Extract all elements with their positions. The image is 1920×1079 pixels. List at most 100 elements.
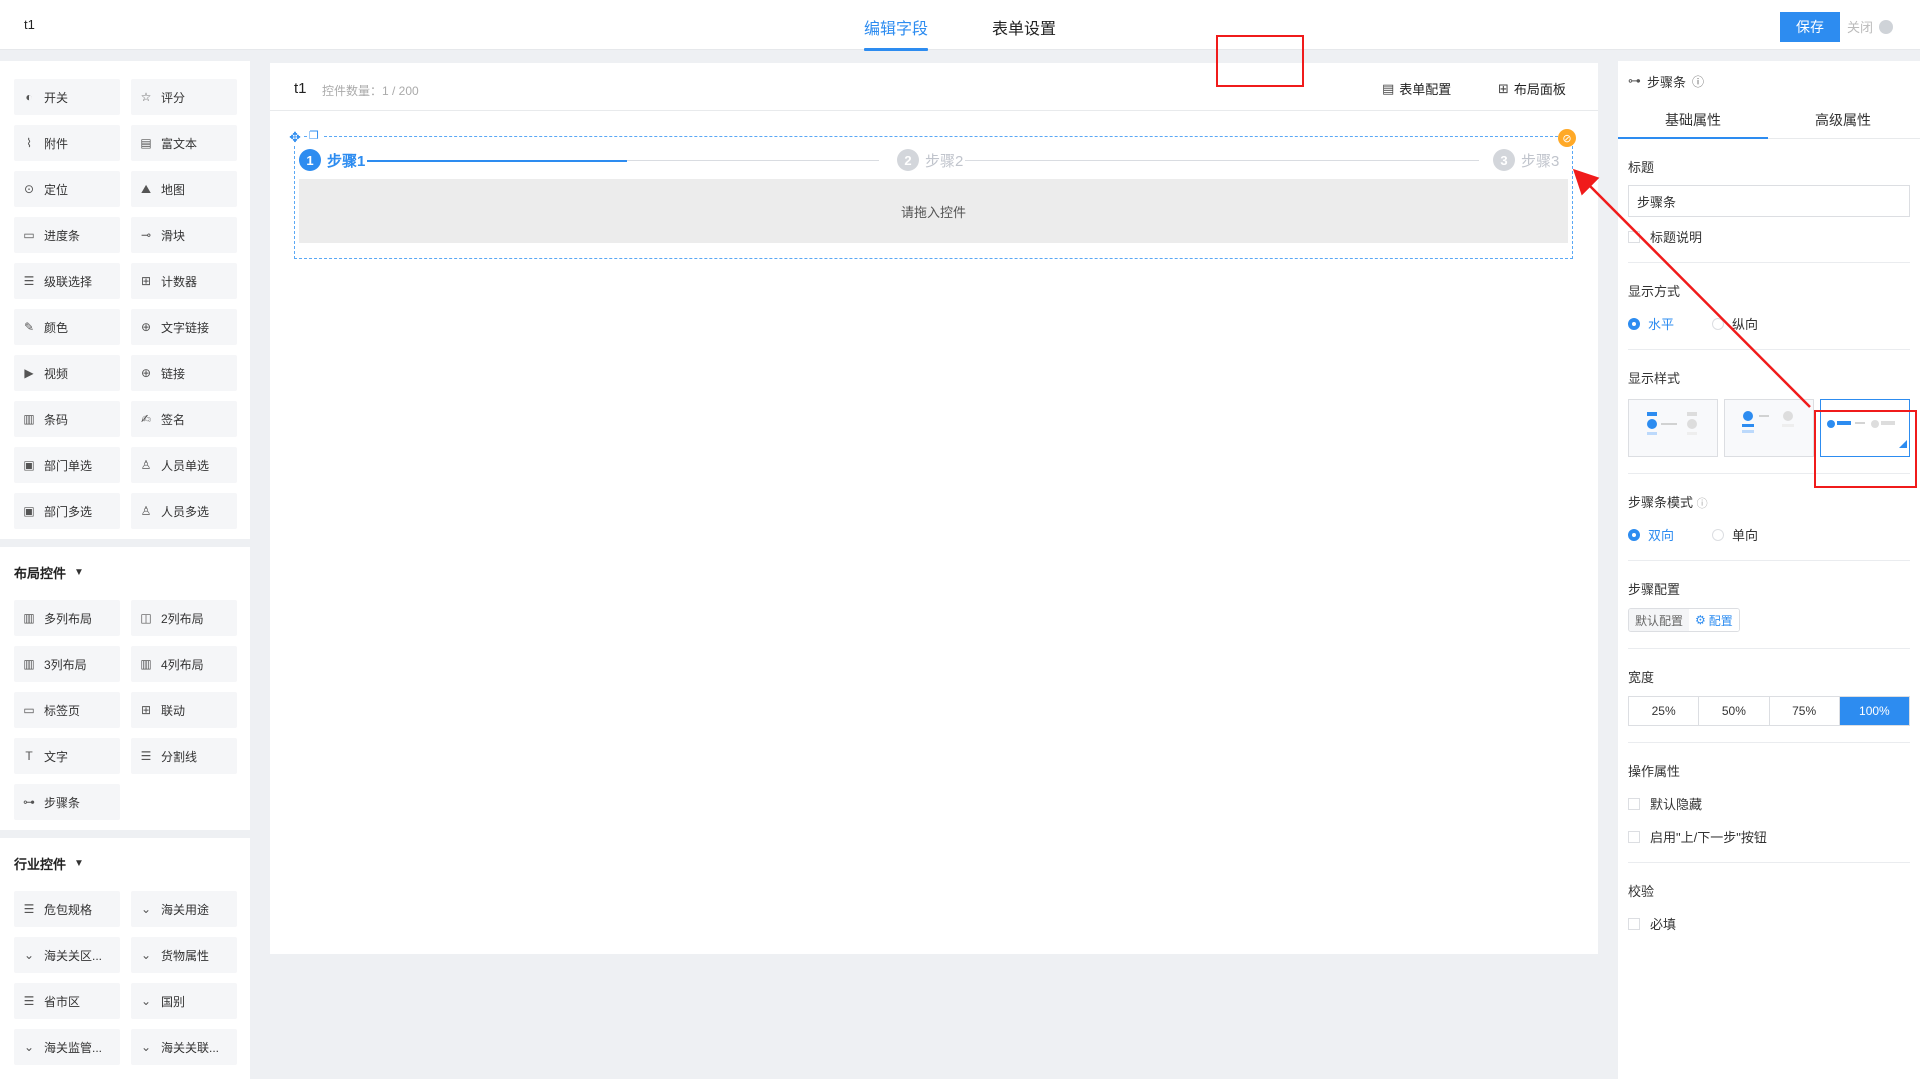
- department-icon: ▣: [23, 458, 35, 472]
- tab-advanced-props[interactable]: 高级属性: [1768, 101, 1918, 138]
- component-star[interactable]: ☆ 评分: [131, 79, 237, 115]
- title-desc-checkbox[interactable]: 标题说明: [1628, 227, 1910, 246]
- form-name: t1: [294, 80, 307, 97]
- component-video[interactable]: ▶ 视频: [14, 355, 120, 391]
- radio-bidirectional[interactable]: 双向: [1628, 525, 1712, 544]
- component-chevron-down[interactable]: ⌄ 货物属性: [131, 937, 237, 973]
- component-toggle[interactable]: ◐ 开关: [14, 79, 120, 115]
- component-label: 颜色: [44, 320, 69, 335]
- component-color-picker[interactable]: ✎ 颜色: [14, 309, 120, 345]
- linkage-icon: ⊞: [140, 703, 152, 717]
- component-package-spec[interactable]: ☰ 危包规格: [14, 891, 120, 927]
- component-map[interactable]: ⛰ 地图: [131, 171, 237, 207]
- component-slider[interactable]: ⊸ 滑块: [131, 217, 237, 253]
- form-config-label: 表单配置: [1399, 82, 1452, 97]
- component-departments[interactable]: ▣ 部门多选: [14, 493, 120, 529]
- enable-nav-checkbox[interactable]: 启用"上/下一步"按钮: [1628, 827, 1910, 846]
- component-label: 3列布局: [44, 657, 87, 672]
- info-icon[interactable]: ⓘ: [1697, 498, 1708, 510]
- width-25[interactable]: 25%: [1629, 697, 1700, 725]
- default-config-button[interactable]: 默认配置: [1629, 609, 1690, 631]
- component-chevron-down[interactable]: ⌄ 海关关联...: [131, 1029, 237, 1065]
- component-two-column[interactable]: ◫ 2列布局: [131, 600, 237, 636]
- width-75[interactable]: 75%: [1770, 697, 1840, 725]
- component-label: 步骤条: [44, 795, 81, 810]
- style-option-stacked[interactable]: [1724, 399, 1814, 457]
- component-richtext[interactable]: ▤ 富文本: [131, 125, 237, 161]
- chevron-down-icon: ⌄: [140, 1040, 152, 1054]
- width-50[interactable]: 50%: [1699, 697, 1770, 725]
- component-globe[interactable]: ⊕ 文字链接: [131, 309, 237, 345]
- width-100[interactable]: 100%: [1839, 697, 1909, 725]
- layout-group-header[interactable]: 布局控件 ▼: [0, 547, 250, 588]
- component-signature[interactable]: ✍ 签名: [131, 401, 237, 437]
- tab-form-settings[interactable]: 表单设置: [992, 15, 1056, 39]
- component-label: 进度条: [44, 228, 81, 243]
- component-label: 计数器: [161, 274, 198, 289]
- component-divider[interactable]: ☰ 分割线: [131, 738, 237, 774]
- copy-icon[interactable]: ❐: [309, 129, 323, 143]
- tab-edit-fields[interactable]: 编辑字段: [864, 15, 929, 51]
- component-barcode[interactable]: ▥ 条码: [14, 401, 120, 437]
- component-user[interactable]: ♙ 人员单选: [131, 447, 237, 483]
- layout-group-title: 布局控件: [14, 566, 67, 581]
- save-button[interactable]: 保存: [1780, 12, 1840, 42]
- width-label: 宽度: [1628, 670, 1655, 685]
- component-label: 签名: [161, 412, 186, 427]
- default-hidden-label: 默认隐藏: [1650, 797, 1703, 812]
- drop-zone[interactable]: 请拖入控件: [299, 179, 1568, 243]
- component-chevron-down[interactable]: ⌄ 海关关区...: [14, 937, 120, 973]
- close-switch-icon: [1879, 19, 1894, 34]
- component-label: 开关: [44, 90, 69, 105]
- layout-panel-button[interactable]: ⊞ 布局面板: [1498, 79, 1566, 98]
- tab-basic-props[interactable]: 基础属性: [1618, 101, 1768, 139]
- display-mode-section: 显示方式 水平 纵向: [1618, 281, 1920, 350]
- grid-icon: ⊞: [1498, 80, 1509, 96]
- radio-vertical[interactable]: 纵向: [1712, 314, 1796, 333]
- component-label: 富文本: [161, 136, 198, 151]
- component-tab-page[interactable]: ▭ 标签页: [14, 692, 120, 728]
- component-steps[interactable]: ⊶ 步骤条: [14, 784, 120, 820]
- component-users[interactable]: ♙ 人员多选: [131, 493, 237, 529]
- component-department[interactable]: ▣ 部门单选: [14, 447, 120, 483]
- step-item[interactable]: 3 步骤3: [1493, 149, 1559, 171]
- component-chevron-down[interactable]: ⌄ 国别: [131, 983, 237, 1019]
- component-label: 人员单选: [161, 458, 210, 473]
- industry-group-header[interactable]: 行业控件 ▼: [0, 838, 250, 879]
- form-config-button[interactable]: ▤ 表单配置: [1382, 79, 1451, 98]
- component-linkage[interactable]: ⊞ 联动: [131, 692, 237, 728]
- signature-icon: ✍: [140, 412, 152, 426]
- component-location[interactable]: ⊙ 定位: [14, 171, 120, 207]
- step-item[interactable]: 1 步骤1: [299, 149, 365, 171]
- component-cascade[interactable]: ☰ 级联选择: [14, 263, 120, 299]
- component-label: 滑块: [161, 228, 186, 243]
- component-progress[interactable]: ▭ 进度条: [14, 217, 120, 253]
- radio-horizontal[interactable]: 水平: [1628, 314, 1712, 333]
- default-hidden-checkbox[interactable]: 默认隐藏: [1628, 794, 1910, 813]
- component-link-globe[interactable]: ⊕ 链接: [131, 355, 237, 391]
- display-style-label: 显示样式: [1628, 371, 1681, 386]
- component-multi-column[interactable]: ▥ 多列布局: [14, 600, 120, 636]
- custom-config-button[interactable]: ⚙ 配置: [1689, 609, 1739, 631]
- info-icon[interactable]: ⓘ: [1692, 73, 1704, 90]
- close-toggle[interactable]: 关闭: [1847, 17, 1894, 36]
- title-input[interactable]: 步骤条: [1628, 185, 1910, 217]
- component-three-column[interactable]: ▥ 3列布局: [14, 646, 120, 682]
- required-checkbox[interactable]: 必填: [1628, 914, 1910, 933]
- component-region[interactable]: ☰ 省市区: [14, 983, 120, 1019]
- component-chevron-down[interactable]: ⌄ 海关监管...: [14, 1029, 120, 1065]
- step-item[interactable]: 2 步骤2: [897, 149, 963, 171]
- component-label: 国别: [161, 994, 186, 1009]
- component-text[interactable]: T 文字: [14, 738, 120, 774]
- component-label: 分割线: [161, 749, 198, 764]
- checkbox-icon: [1628, 917, 1640, 930]
- component-counter[interactable]: ⊞ 计数器: [131, 263, 237, 299]
- steps-widget[interactable]: ✥ ❐ ⊘ 1 步骤1 2 步骤2 3 步骤3 请拖入控件: [287, 129, 1576, 259]
- style-option-vertical-label[interactable]: [1628, 399, 1718, 457]
- radio-unidirectional[interactable]: 单向: [1712, 525, 1796, 544]
- component-chevron-down[interactable]: ⌄ 海关用途: [131, 891, 237, 927]
- component-paperclip[interactable]: ⌇ 附件: [14, 125, 120, 161]
- component-four-column[interactable]: ▥ 4列布局: [131, 646, 237, 682]
- move-handle-icon[interactable]: ✥: [287, 129, 303, 145]
- chevron-down-icon: ⌄: [140, 994, 152, 1008]
